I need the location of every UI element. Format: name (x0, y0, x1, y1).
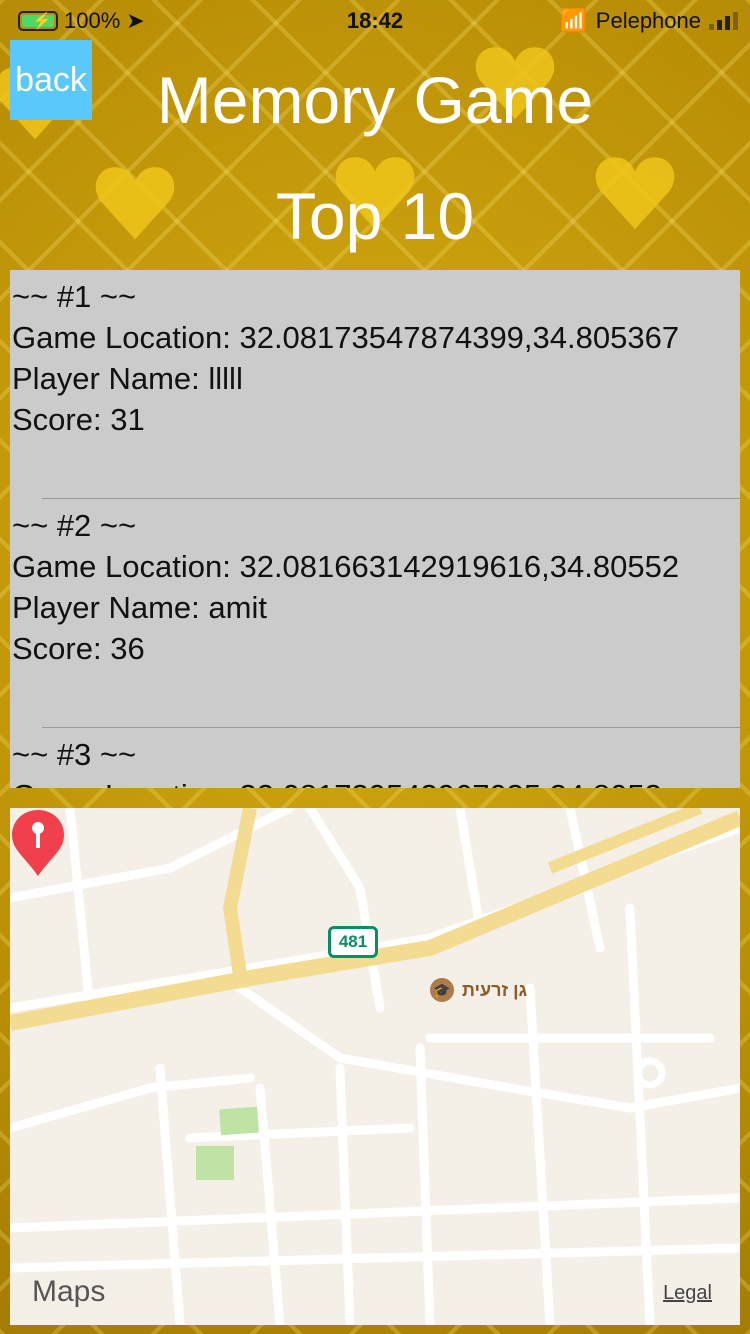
map-pin-icon[interactable] (10, 808, 66, 878)
map-roads (10, 808, 740, 1325)
page-subtitle: Top 10 (275, 179, 475, 253)
rank-label: ~~ #3 ~~ (12, 737, 137, 772)
scores-table[interactable]: ~~ #1 ~~ Game Location: 32.0817354787439… (10, 270, 740, 788)
rank-label: ~~ #2 ~~ (12, 508, 137, 543)
maps-logo-text: Maps (32, 1275, 106, 1308)
poi-label: גן זרעית (462, 980, 528, 1000)
player-name: Player Name: lllll (12, 361, 243, 396)
signal-icon (709, 12, 738, 30)
rank-label: ~~ #1 ~~ (12, 279, 137, 314)
table-row[interactable]: ~~ #2 ~~ Game Location: 32.0816631429196… (10, 499, 740, 728)
game-location: Game Location: 32.081739543967035,34.805… (12, 775, 740, 788)
maps-logo: Maps (30, 1275, 105, 1309)
map-view[interactable]: 481 🎓 גן זרעית Maps Legal (10, 808, 740, 1325)
table-row[interactable]: ~~ #3 ~~ Game Location: 32.0817395439670… (10, 728, 740, 788)
legal-link[interactable]: Legal (663, 1282, 712, 1305)
status-bar: ⚡ 100% ➤ 18:42 📶 Pelephone (0, 0, 750, 40)
education-icon: 🎓 (430, 978, 454, 1002)
score-value: Score: 36 (12, 631, 145, 666)
game-location: Game Location: 32.08173547874399,34.8053… (12, 320, 680, 355)
table-row[interactable]: ~~ #1 ~~ Game Location: 32.0817354787439… (10, 270, 740, 499)
score-value: Score: 31 (12, 402, 145, 437)
road-shield: 481 (328, 926, 378, 958)
status-right: 📶 Pelephone (560, 8, 738, 34)
wifi-icon: 📶 (560, 8, 588, 33)
carrier-name: Pelephone (595, 8, 701, 33)
player-name: Player Name: amit (12, 590, 267, 625)
game-location: Game Location: 32.081663142919616,34.805… (12, 549, 680, 584)
page-title: Memory Game (156, 63, 594, 137)
